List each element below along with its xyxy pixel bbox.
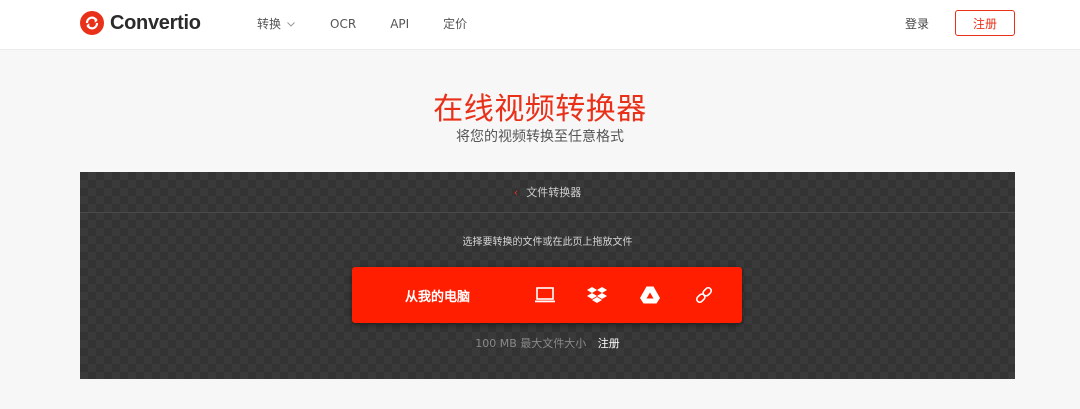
page-subtitle: 将您的视频转换至任意格式 [456,129,624,145]
brand-logo[interactable]: Convertio [80,10,201,36]
brand-name: Convertio [110,11,201,34]
upload-from-computer-button[interactable]: 从我的电脑 [405,286,470,305]
google-drive-icon[interactable] [639,285,661,305]
nav-item-ocr[interactable]: OCR [330,17,356,31]
nav-item-label: OCR [330,16,357,31]
nav-item-label: API [390,16,410,31]
url-link-icon[interactable] [693,285,715,305]
converter-panel[interactable]: ‹ 文件转换器 选择要转换的文件或在此页上拖放文件 从我的电脑 100 MB 最… [80,172,1015,379]
limit-register-link[interactable]: 注册 [598,337,620,350]
dropbox-icon[interactable] [586,285,608,305]
chevron-left-icon[interactable]: ‹ [514,186,518,199]
login-link[interactable]: 登录 [905,15,929,32]
top-header: Convertio 转换 OCR API 定价 登录 注册 [0,0,1080,50]
convertio-logo-icon [80,11,104,35]
main-nav: 转换 OCR API 定价 [257,15,501,32]
breadcrumb: ‹ 文件转换器 [80,172,1015,213]
upload-bar: 从我的电脑 [352,267,742,323]
nav-item-pricing[interactable]: 定价 [443,15,467,32]
nav-item-convert[interactable]: 转换 [257,15,296,32]
limit-text: 100 MB 最大文件大小 [475,337,587,350]
nav-item-label: 转换 [257,17,282,31]
nav-item-label: 定价 [443,17,468,31]
breadcrumb-label[interactable]: 文件转换器 [526,184,581,200]
drop-hint: 选择要转换的文件或在此页上拖放文件 [462,237,633,248]
nav-item-api[interactable]: API [390,17,409,31]
computer-icon[interactable] [534,285,556,305]
chevron-down-icon [287,21,295,27]
page-title: 在线视频转换器 [433,92,647,127]
file-size-limit: 100 MB 最大文件大小 注册 [80,335,1015,351]
register-button[interactable]: 注册 [955,10,1015,36]
